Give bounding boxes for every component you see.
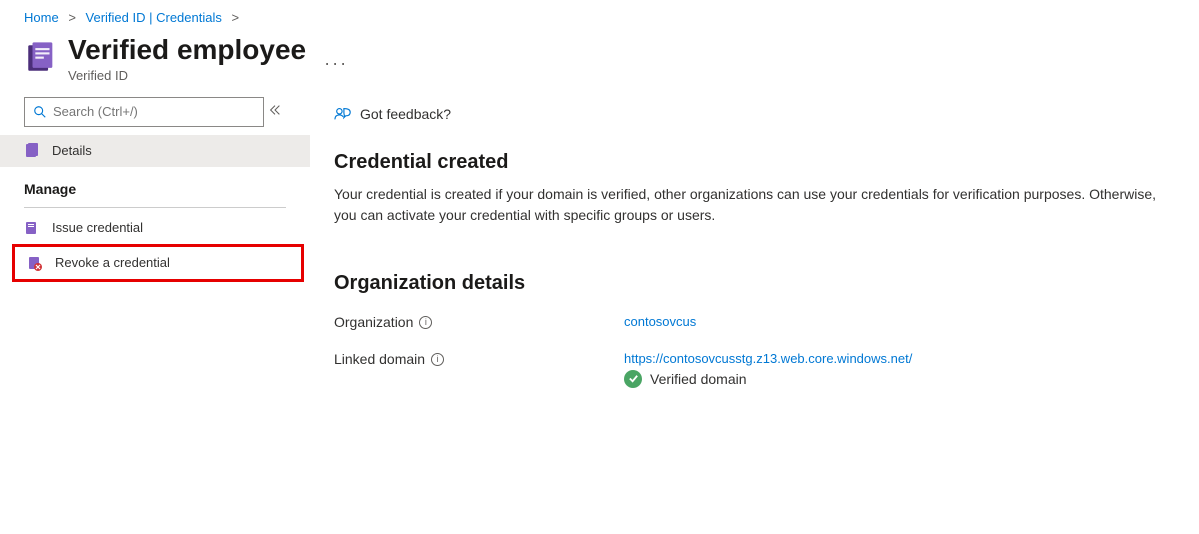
sidebar: Details Manage Issue credential Revoke a… xyxy=(0,97,310,412)
search-icon xyxy=(33,105,47,119)
verified-check-icon xyxy=(624,370,642,388)
page-header: Verified employee Verified ID ··· xyxy=(0,29,1199,97)
breadcrumb-sep: > xyxy=(68,10,76,25)
more-actions-button[interactable]: ··· xyxy=(324,53,348,74)
breadcrumb: Home > Verified ID | Credentials > xyxy=(0,0,1199,29)
breadcrumb-home[interactable]: Home xyxy=(24,10,59,25)
sidebar-item-details[interactable]: Details xyxy=(0,135,310,167)
credential-icon xyxy=(24,41,58,75)
organization-link[interactable]: contosovcus xyxy=(624,314,696,329)
org-value: contosovcus xyxy=(624,313,1175,330)
org-label-text: Organization xyxy=(334,314,413,330)
chevron-double-left-icon xyxy=(268,103,282,117)
credential-created-heading: Credential created xyxy=(334,151,1175,174)
linked-domain-label-text: Linked domain xyxy=(334,351,425,367)
sidebar-item-label: Details xyxy=(52,143,92,158)
feedback-link[interactable]: Got feedback? xyxy=(334,105,451,123)
sidebar-item-label: Issue credential xyxy=(52,220,143,235)
info-icon[interactable]: i xyxy=(431,353,444,366)
breadcrumb-verified-id[interactable]: Verified ID | Credentials xyxy=(86,10,222,25)
organization-details-heading: Organization details xyxy=(334,272,1175,295)
feedback-icon xyxy=(334,105,352,123)
main-content: Got feedback? Credential created Your cr… xyxy=(310,97,1199,412)
credential-created-body: Your credential is created if your domai… xyxy=(334,184,1175,226)
sidebar-item-issue-credential[interactable]: Issue credential xyxy=(0,212,310,244)
linked-domain-value: https://contosovcusstg.z13.web.core.wind… xyxy=(624,350,1175,388)
breadcrumb-sep: > xyxy=(232,10,240,25)
search-box[interactable] xyxy=(24,97,264,127)
linked-domain-link[interactable]: https://contosovcusstg.z13.web.core.wind… xyxy=(624,351,912,366)
search-input[interactable] xyxy=(53,104,255,119)
revoke-credential-icon xyxy=(27,255,43,271)
divider xyxy=(24,207,286,208)
highlight-annotation: Revoke a credential xyxy=(12,244,304,282)
collapse-sidebar-button[interactable] xyxy=(264,99,286,124)
linked-domain-label: Linked domain i xyxy=(334,350,624,388)
details-icon xyxy=(24,143,40,159)
org-label: Organization i xyxy=(334,313,624,330)
sidebar-item-revoke-credential[interactable]: Revoke a credential xyxy=(15,247,301,279)
info-icon[interactable]: i xyxy=(419,316,432,329)
sidebar-section-manage: Manage xyxy=(0,167,310,203)
sidebar-item-label: Revoke a credential xyxy=(55,255,170,270)
page-title: Verified employee xyxy=(68,35,306,66)
verified-domain-text: Verified domain xyxy=(650,371,747,387)
page-subtitle: Verified ID xyxy=(68,68,306,83)
feedback-label: Got feedback? xyxy=(360,106,451,122)
issue-credential-icon xyxy=(24,220,40,236)
